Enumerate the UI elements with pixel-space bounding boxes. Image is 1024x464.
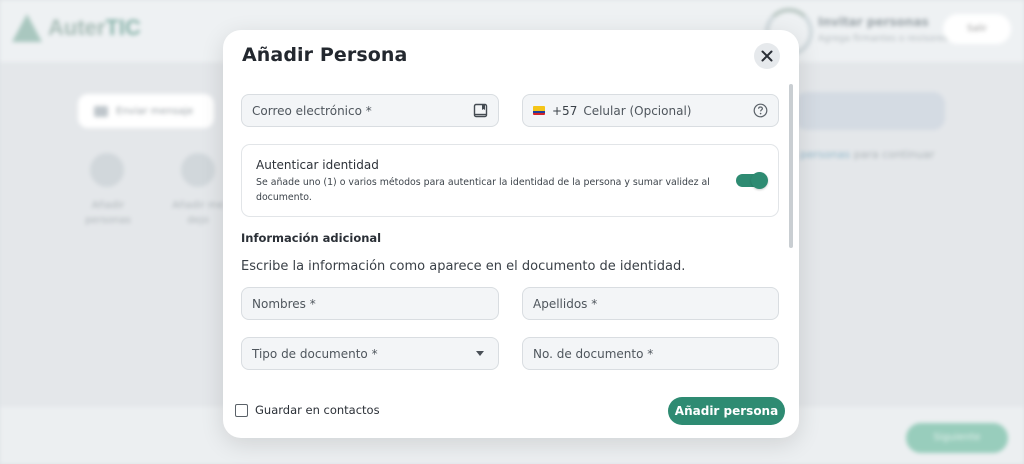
last-name-field[interactable]: [522, 287, 779, 320]
add-person-modal: Añadir Persona +57 Autenticar identidad …: [223, 30, 799, 438]
colombia-flag-icon[interactable]: [533, 106, 545, 115]
close-button[interactable]: [754, 43, 780, 69]
add-me-label: Añadir me dejo: [172, 200, 224, 226]
document-type-select[interactable]: Tipo de documento *: [241, 337, 499, 370]
next-button[interactable]: Siguiente: [906, 423, 1008, 453]
add-person-icon[interactable]: [90, 153, 124, 187]
background-hint: personas para continuar: [800, 148, 935, 161]
instructions-text: Escribe la información como aparece en e…: [241, 259, 686, 274]
logo-mark-icon: [12, 14, 42, 42]
add-person-label: Añadir personas: [85, 200, 131, 226]
contact-book-icon[interactable]: [473, 103, 488, 118]
help-circle-icon[interactable]: [753, 103, 768, 118]
auth-title: Autenticar identidad: [256, 158, 379, 172]
email-input[interactable]: [252, 103, 473, 118]
logo-text-accent: TIC: [105, 15, 141, 40]
send-message-button[interactable]: Enviar mensaje: [78, 94, 214, 128]
save-contacts-checkbox[interactable]: [235, 403, 248, 417]
phone-field[interactable]: +57: [522, 94, 779, 127]
logo-text: Auter: [48, 15, 106, 40]
authenticate-identity-card: Autenticar identidad Se añade uno (1) o …: [241, 144, 779, 217]
header-exit-button[interactable]: Salir: [943, 14, 1011, 44]
chevron-down-icon[interactable]: [476, 351, 484, 356]
app-logo: AuterTIC: [12, 14, 141, 42]
background-panel: [795, 92, 945, 130]
phone-input[interactable]: [583, 103, 753, 118]
add-person-button[interactable]: Añadir persona: [668, 397, 785, 425]
close-icon: [761, 50, 773, 62]
save-contacts-option[interactable]: Guardar en contactos: [235, 403, 380, 417]
toggle-knob: [751, 172, 768, 189]
modal-title: Añadir Persona: [242, 44, 408, 66]
document-number-input[interactable]: [533, 346, 768, 361]
additional-info-title: Información adicional: [241, 231, 382, 245]
add-me-icon[interactable]: [181, 153, 215, 187]
auth-description: Se añade uno (1) o varios métodos para a…: [256, 177, 710, 203]
first-name-field[interactable]: [241, 287, 499, 320]
last-name-input[interactable]: [533, 296, 768, 311]
modal-scrollbar[interactable]: [789, 84, 793, 248]
phone-country-code[interactable]: +57: [552, 104, 577, 118]
save-contacts-label: Guardar en contactos: [255, 403, 380, 417]
first-name-input[interactable]: [252, 296, 488, 311]
authenticate-identity-toggle[interactable]: [736, 172, 768, 189]
header-title: Invitar personas: [818, 15, 929, 29]
document-type-label: Tipo de documento *: [252, 346, 378, 361]
message-icon: [94, 105, 108, 117]
document-number-field[interactable]: [522, 337, 779, 370]
header-subtitle: Agrega firmantes o revisores: [818, 34, 948, 44]
email-field[interactable]: [241, 94, 499, 127]
